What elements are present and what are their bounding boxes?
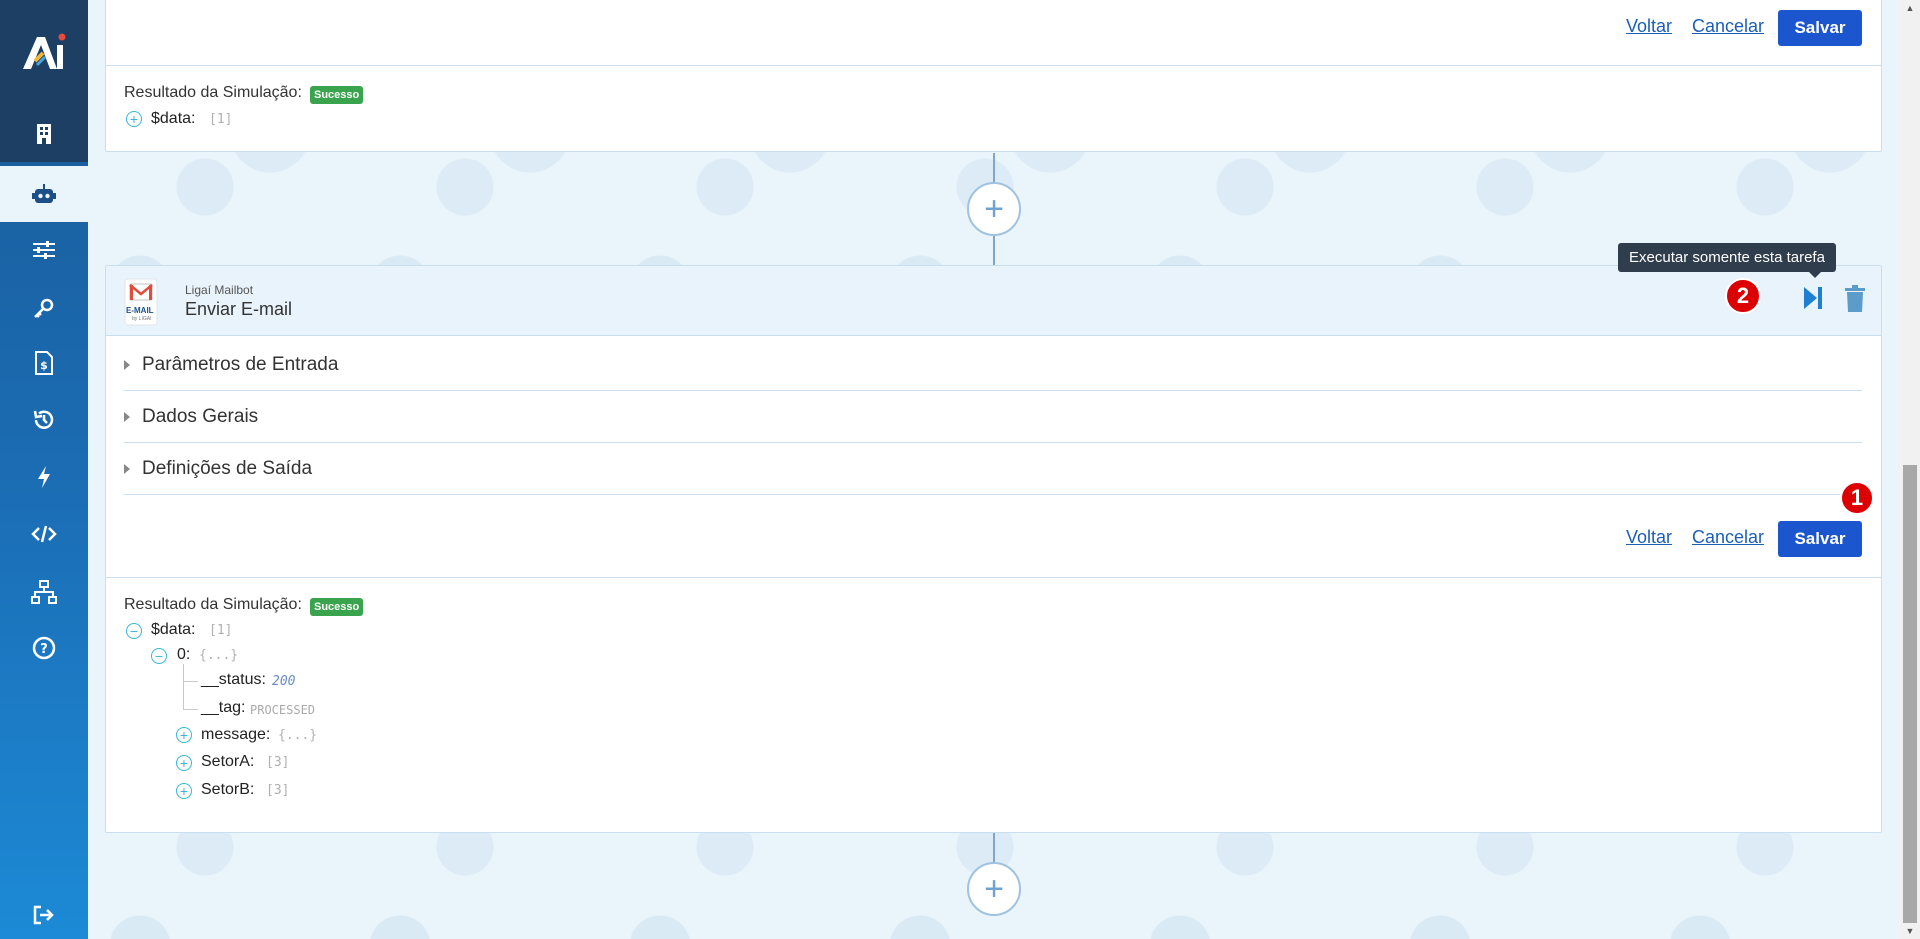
cancelar-link[interactable]: Cancelar xyxy=(1692,527,1764,548)
nav-history[interactable] xyxy=(0,392,88,448)
caret-right-icon xyxy=(124,463,130,474)
collapse-icon[interactable]: − xyxy=(151,648,167,664)
run-single-task-button[interactable] xyxy=(1802,285,1824,311)
svg-text:?: ? xyxy=(40,642,48,657)
save-button[interactable]: Salvar xyxy=(1778,521,1862,557)
tooltip: Executar somente esta tarefa xyxy=(1618,243,1836,278)
tree-key-item: 0: xyxy=(177,646,191,663)
previous-task-card xyxy=(105,0,1882,152)
step-marker-2: 2 xyxy=(1725,278,1761,314)
sidebar: $ ? xyxy=(0,0,88,939)
status-badge: Sucesso xyxy=(310,598,364,616)
plus-icon: + xyxy=(984,869,1004,908)
nav-triggers[interactable] xyxy=(0,449,88,505)
tree-count: [3] xyxy=(266,783,290,798)
simulation-result-label: Resultado da Simulação: xyxy=(124,596,302,613)
nav-keys[interactable] xyxy=(0,280,88,336)
nav-logout[interactable] xyxy=(0,887,88,939)
divider xyxy=(106,577,1881,578)
tree-key-tag: __tag: xyxy=(201,699,246,716)
add-task-button[interactable]: + xyxy=(967,862,1021,916)
step-marker-1: 1 xyxy=(1840,481,1874,515)
tree-line xyxy=(183,709,198,710)
nav-company[interactable] xyxy=(0,106,88,162)
expand-icon[interactable]: + xyxy=(176,727,192,743)
tree-key-message: message: xyxy=(201,726,271,743)
tree-line xyxy=(183,681,198,682)
history-icon xyxy=(33,410,54,429)
section-output-definitions[interactable]: Definições de Saída xyxy=(124,443,1862,495)
caret-right-icon xyxy=(124,359,130,370)
tree-count: [1] xyxy=(209,623,233,638)
nav-code[interactable] xyxy=(0,506,88,562)
help-icon: ? xyxy=(32,636,56,660)
voltar-link[interactable]: Voltar xyxy=(1626,16,1672,37)
tree-count: [1] xyxy=(209,112,233,127)
bolt-icon xyxy=(38,466,50,488)
caret-right-icon xyxy=(124,411,130,422)
step-forward-icon xyxy=(1804,287,1822,309)
nav-robots[interactable] xyxy=(0,166,88,222)
robot-icon xyxy=(32,184,56,203)
scroll-up-icon[interactable]: ▲ xyxy=(1900,0,1920,16)
section-label: Parâmetros de Entrada xyxy=(142,353,339,375)
save-button[interactable]: Salvar xyxy=(1778,10,1862,46)
expand-icon[interactable]: + xyxy=(176,783,192,799)
tree-key-data: $data: xyxy=(151,621,196,638)
collapse-icon[interactable]: − xyxy=(126,623,142,639)
task-header xyxy=(106,266,1881,336)
tree-meta: {...} xyxy=(199,648,239,663)
tree-meta: {...} xyxy=(278,728,318,743)
invoice-icon: $ xyxy=(35,351,53,375)
tree-key-setor-b: SetorB: xyxy=(201,781,255,798)
code-icon xyxy=(31,525,57,543)
section-general-data[interactable]: Dados Gerais xyxy=(124,391,1862,443)
trash-icon xyxy=(1845,285,1865,312)
nav-billing[interactable]: $ xyxy=(0,335,88,391)
section-input-params[interactable]: Parâmetros de Entrada xyxy=(124,339,1862,391)
section-label: Definições de Saída xyxy=(142,457,313,479)
sitemap-icon xyxy=(31,580,57,604)
task-vendor: Ligaí Mailbot xyxy=(185,283,254,297)
email-logo-subtext: by LIGAI xyxy=(132,316,152,322)
simulation-result-label: Resultado da Simulação: xyxy=(124,84,302,101)
tree-value-tag: PROCESSED xyxy=(250,703,316,717)
nav-settings[interactable] xyxy=(0,222,88,278)
cancelar-link[interactable]: Cancelar xyxy=(1692,16,1764,37)
voltar-link[interactable]: Voltar xyxy=(1626,527,1672,548)
sliders-icon xyxy=(33,241,55,259)
tree-key-setor-a: SetorA: xyxy=(201,753,255,770)
divider xyxy=(106,65,1881,66)
nav-network[interactable] xyxy=(0,564,88,620)
key-icon xyxy=(34,298,54,318)
section-label: Dados Gerais xyxy=(142,405,259,427)
task-title: Enviar E-mail xyxy=(185,299,293,319)
status-badge: Sucesso xyxy=(310,86,364,104)
building-icon xyxy=(37,124,51,144)
tree-line xyxy=(183,664,184,710)
tree-key-status: __status: xyxy=(201,671,266,688)
nav-help[interactable]: ? xyxy=(0,620,88,676)
tree-key-data: $data: xyxy=(151,110,196,127)
add-task-button[interactable]: + xyxy=(967,182,1021,236)
expand-icon[interactable]: + xyxy=(126,111,142,127)
plus-icon: + xyxy=(984,189,1004,228)
scrollbar-thumb[interactable] xyxy=(1903,465,1917,923)
app-logo[interactable] xyxy=(0,0,88,106)
email-logo-text: E-MAIL xyxy=(126,306,154,315)
logout-icon xyxy=(33,905,54,925)
expand-icon[interactable]: + xyxy=(176,755,192,771)
scroll-down-icon[interactable]: ▼ xyxy=(1900,923,1920,939)
svg-text:$: $ xyxy=(40,359,48,372)
ligai-logo-icon xyxy=(23,33,66,69)
tree-value-status: 200 xyxy=(272,674,296,689)
delete-task-button[interactable] xyxy=(1844,285,1866,313)
tree-count: [3] xyxy=(266,755,290,770)
